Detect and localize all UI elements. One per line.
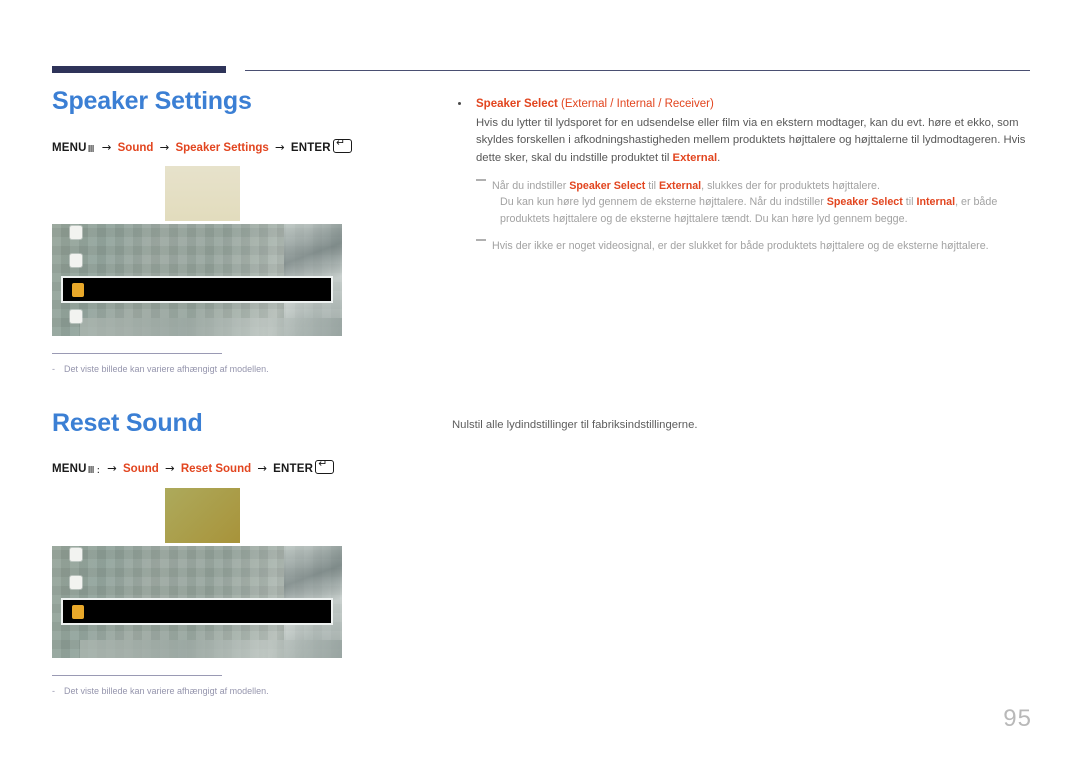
menu-row-icon — [70, 547, 82, 561]
figure-bottom-band — [80, 639, 342, 658]
path-arrow-1: → — [107, 461, 117, 476]
bullet-heading: Speaker Select (External / Internal / Re… — [476, 96, 1032, 113]
menu-remote-glyph-icon: Ⅲ — [87, 143, 95, 155]
menu-path-reset-sound: MENUⅢ: → Sound → Reset Sound → ENTER — [52, 458, 412, 476]
page-title-speaker-settings: Speaker Settings — [52, 87, 252, 115]
bullet-body-text: Hvis du lytter til lydsporet for en udse… — [476, 117, 1026, 164]
path-arrow-1: → — [101, 139, 112, 154]
note-text: Det viste billede kan variere afhængigt … — [64, 364, 269, 374]
right-column: Speaker Select (External / Internal / Re… — [452, 96, 1032, 267]
menu-row-2 — [70, 575, 84, 590]
figure-note-1: - Det viste billede kan variere afhængigt… — [52, 363, 352, 376]
menu-label: MENU — [52, 141, 87, 154]
menu-label: MENU — [52, 463, 87, 476]
path-step-speaker-settings[interactable]: Speaker Settings — [175, 142, 268, 154]
menu-row-highlighted[interactable] — [61, 597, 333, 625]
bullet-body-bold: External — [672, 151, 718, 164]
bullet-dot-icon — [458, 102, 461, 105]
menu-row-1 — [70, 226, 84, 240]
section-speaker-settings: Speaker Settings MENUⅢ → Sound → Speaker… — [52, 87, 412, 376]
figure-color-swatch — [165, 487, 240, 543]
menu-row-icon — [70, 310, 82, 323]
menu-row-4 — [70, 310, 84, 324]
sub-note-2-a: Du kan kun høre lyd gennem de eksterne h… — [500, 196, 827, 209]
figure-color-swatch — [165, 166, 240, 221]
sub-note-2-c: til — [902, 196, 917, 209]
figure-tv-screen — [52, 545, 342, 658]
sub-note-1-e: , slukkes der for produktets højttalere. — [701, 179, 880, 192]
path-arrow-2: → — [164, 461, 175, 476]
sub-note-1-line2: Du kan kun høre lyd gennem de eksterne h… — [492, 194, 1032, 227]
bullet-heading-main: Speaker Select — [476, 98, 558, 110]
header-rule-thick — [52, 66, 226, 73]
figure-bottom-band — [80, 318, 342, 336]
reset-icon — [72, 604, 84, 619]
figure-note-rule — [52, 674, 222, 676]
sub-note-2: Hvis der ikke er noget videosignal, er d… — [476, 238, 1032, 255]
note-dash: - — [52, 685, 55, 696]
path-step-reset-sound[interactable]: Reset Sound — [181, 463, 251, 475]
menu-row-1 — [70, 547, 84, 562]
section-reset-sound: Reset Sound MENUⅢ: → Sound → Reset Sound… — [52, 408, 412, 698]
menu-path-separator: : — [96, 465, 100, 477]
reset-sound-description-block: Nulstil alle lydindstillinger til fabrik… — [452, 417, 1012, 434]
header-rule-thin — [245, 70, 1030, 71]
sub-note-2-text: Hvis der ikke er noget videosignal, er d… — [492, 240, 989, 253]
figure-tv-screen — [52, 224, 342, 336]
note-dash: - — [52, 364, 55, 374]
figure-note-2: - Det viste billede kan variere afhængigt… — [52, 685, 352, 698]
sub-note-1: Når du indstiller Speaker Select til Ext… — [476, 178, 1032, 228]
bullet-heading-options: (External / Internal / Receiver) — [557, 98, 714, 110]
figure-note-rule — [52, 353, 222, 354]
sub-note-1-d: External — [658, 179, 702, 192]
figure-note-block-2: - Det viste billede kan variere afhængigt… — [52, 674, 352, 698]
left-column: Speaker Settings MENUⅢ → Sound → Speaker… — [52, 87, 412, 698]
figure-speaker-settings-menu — [52, 166, 342, 341]
bullet-body: Hvis du lytter til lydsporet for en udse… — [476, 115, 1032, 166]
enter-key-icon — [332, 137, 352, 153]
menu-row-highlighted[interactable] — [61, 276, 333, 303]
sub-note-dash-icon — [476, 178, 486, 181]
sub-note-dash-icon — [476, 239, 486, 242]
enter-key-icon — [315, 458, 335, 475]
page-number: 95 — [1003, 705, 1032, 732]
menu-row-icon — [70, 226, 82, 239]
path-step-sound[interactable]: Sound — [123, 463, 159, 475]
enter-label: ENTER — [290, 141, 331, 154]
sub-note-1-a: Når du indstiller — [492, 179, 570, 192]
note-text: Det viste billede kan variere afhængigt … — [64, 685, 269, 696]
reset-sound-description: Nulstil alle lydindstillinger til fabrik… — [452, 419, 698, 431]
bullet-speaker-select: Speaker Select (External / Internal / Re… — [452, 96, 1032, 255]
figure-reset-sound-menu — [52, 487, 342, 663]
sub-note-2-b: Speaker Select — [826, 196, 903, 209]
menu-path-speaker-settings: MENUⅢ → Sound → Speaker Settings → ENTER — [52, 137, 412, 155]
path-arrow-3: → — [274, 139, 285, 154]
figure-note-block-1: - Det viste billede kan variere afhængigt… — [52, 353, 352, 376]
speaker-icon — [72, 283, 84, 297]
sub-note-2-d: Internal — [916, 196, 956, 209]
enter-label: ENTER — [273, 463, 314, 476]
menu-row-icon — [70, 575, 82, 589]
menu-row-2 — [70, 254, 84, 268]
sub-note-1-b: Speaker Select — [569, 179, 646, 192]
path-arrow-2: → — [159, 139, 170, 154]
sub-note-1-c: til — [645, 179, 659, 192]
page-title-reset-sound: Reset Sound — [52, 408, 203, 437]
path-step-sound[interactable]: Sound — [118, 142, 154, 154]
bullet-body-end: . — [717, 151, 721, 164]
menu-row-icon — [70, 254, 82, 267]
menu-remote-glyph-icon: Ⅲ — [87, 465, 95, 477]
path-arrow-3: → — [257, 461, 267, 476]
